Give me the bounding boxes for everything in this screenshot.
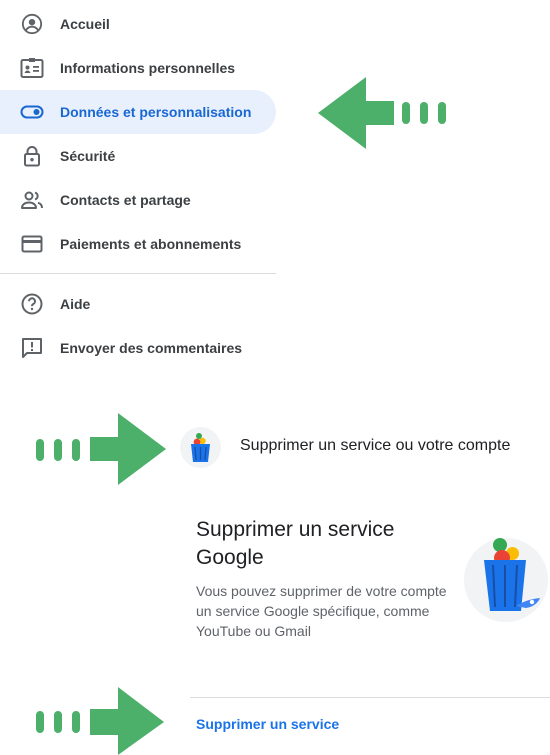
lock-icon — [20, 144, 44, 168]
trash-bin-illustration — [464, 538, 548, 622]
card-description: Vous pouvez supprimer de votre compte un… — [196, 583, 447, 639]
account-circle-icon — [20, 12, 44, 36]
annotation-arrow-right-bottom — [36, 687, 164, 755]
delete-service-or-account-link[interactable]: Supprimer un service ou votre compte — [240, 437, 510, 455]
toggle-icon — [20, 100, 44, 124]
nav-item-aide[interactable]: Aide — [0, 282, 276, 326]
trash-bin-icon[interactable] — [180, 427, 221, 468]
nav-item-securite[interactable]: Sécurité — [0, 134, 276, 178]
nav-item-label: Accueil — [60, 16, 110, 32]
nav-item-label: Informations personnelles — [60, 60, 236, 76]
annotation-arrow-right — [36, 413, 166, 485]
credit-card-icon — [20, 232, 44, 256]
nav-item-label: Aide — [60, 296, 91, 312]
nav-item-label: Paiements et abonnements — [60, 236, 242, 252]
nav-item-envoyer-des-commentaires[interactable]: Envoyer des commentaires — [0, 326, 276, 370]
card-title: Supprimer un service Google — [196, 518, 395, 569]
annotation-arrow-left — [318, 77, 446, 149]
nav-item-paiements-et-abonnements[interactable]: Paiements et abonnements — [0, 222, 276, 266]
nav-item-informations-personnelles[interactable]: Informations personnelles — [0, 46, 276, 90]
nav-item-label: Sécurité — [60, 148, 116, 164]
nav-item-label: Données et personnalisation — [60, 104, 252, 120]
nav-item-label: Contacts et partage — [60, 192, 191, 208]
nav-item-contacts-et-partage[interactable]: Contacts et partage — [0, 178, 276, 222]
card-divider — [190, 697, 550, 698]
nav-divider — [0, 273, 276, 274]
nav-item-label: Envoyer des commentaires — [60, 340, 243, 356]
help-icon — [20, 292, 44, 316]
nav-item-donnees-et-personnalisation[interactable]: Données et personnalisation — [0, 90, 276, 134]
feedback-icon — [20, 336, 44, 360]
delete-service-link[interactable]: Supprimer un service — [196, 716, 339, 732]
people-icon — [20, 188, 44, 212]
id-card-icon — [20, 56, 44, 80]
nav-item-accueil[interactable]: Accueil — [0, 2, 276, 46]
